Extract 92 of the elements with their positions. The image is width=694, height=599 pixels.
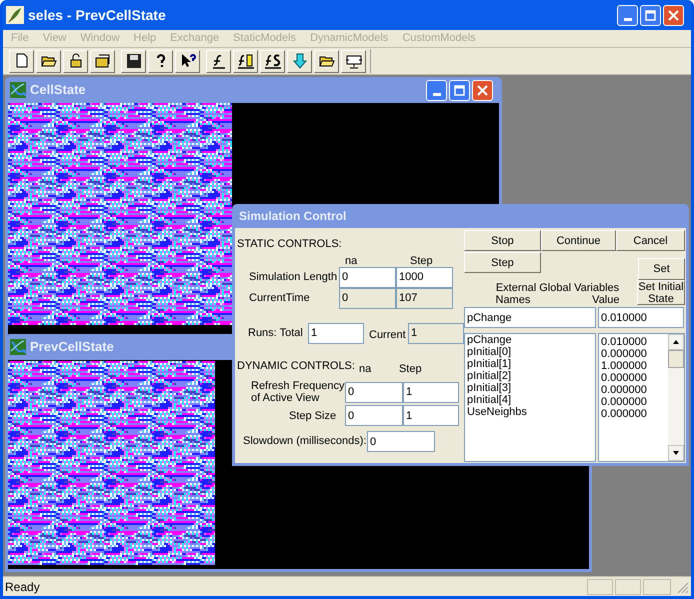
child-window-title: CellState: [30, 81, 86, 100]
minimize-icon: [432, 92, 440, 96]
status-pane: [615, 578, 641, 594]
resize-grip-icon: [675, 580, 689, 594]
map-icon: [10, 339, 26, 355]
field-label: Simulation Length: [248, 270, 338, 285]
column-heading: Step: [398, 362, 422, 376]
minimize-icon: [624, 18, 632, 20]
close-icon: [668, 10, 679, 20]
column-heading: Step: [409, 256, 434, 266]
status-pane: [643, 578, 671, 594]
hook-curve-icon: [264, 52, 282, 70]
toolbar-button[interactable]: [175, 50, 200, 72]
list-item[interactable]: UseNeighbs: [467, 406, 595, 418]
input-field[interactable]: 1: [403, 382, 459, 402]
maximize-icon: [454, 84, 465, 96]
toolbar-button[interactable]: [63, 50, 88, 72]
input-field[interactable]: 1: [308, 322, 364, 344]
status-text: Ready: [5, 578, 41, 596]
input-field[interactable]: 0: [345, 382, 403, 402]
field-label: Refresh Frequency of Active View: [250, 380, 345, 404]
input-field[interactable]: 0: [345, 405, 403, 426]
input-field[interactable]: 1000: [396, 266, 453, 288]
maximize-button[interactable]: [640, 4, 661, 26]
list-item[interactable]: 0.000000: [601, 408, 668, 420]
maximize-button[interactable]: [449, 80, 470, 100]
list-item[interactable]: 0.000000: [601, 348, 668, 360]
input-field[interactable]: pChange: [464, 307, 596, 328]
child-window-title: PrevCellState: [30, 338, 114, 356]
field-label: Runs: Total: [247, 326, 304, 341]
step-button[interactable]: Step: [464, 252, 541, 273]
dialog-button[interactable]: Stop: [464, 230, 541, 251]
section-heading: DYNAMIC CONTROLS:: [237, 358, 355, 374]
dialog-button[interactable]: Cancel: [616, 230, 685, 251]
toolbar-button[interactable]: [206, 50, 231, 72]
folders-icon: [94, 52, 112, 70]
list-item[interactable]: 0.000000: [601, 396, 668, 408]
scrollbar[interactable]: [668, 334, 684, 461]
column-heading: na: [344, 256, 358, 266]
toolbar-button[interactable]: [121, 50, 146, 72]
column-heading: na: [358, 362, 372, 376]
field-label: Current: [368, 328, 407, 343]
list-item[interactable]: pInitial[1]: [467, 358, 595, 370]
list-item[interactable]: pChange: [467, 334, 595, 346]
toolbar-button[interactable]: [90, 50, 115, 72]
input-field[interactable]: 1: [408, 322, 464, 344]
list-item[interactable]: pInitial[3]: [467, 382, 595, 394]
down-arrow-icon: [290, 52, 308, 70]
leaf-icon: [6, 6, 24, 24]
close-icon: [477, 84, 488, 96]
list-item[interactable]: 0.000000: [601, 372, 668, 384]
toolbar-button[interactable]: [36, 50, 61, 72]
close-button[interactable]: [472, 80, 493, 100]
column-heading: Value: [592, 294, 620, 306]
column-heading: Names: [496, 294, 530, 306]
toolbar-button[interactable]: [148, 50, 173, 72]
field-label: Slowdown (milliseconds):: [242, 434, 367, 450]
field-label: CurrentTime: [248, 290, 311, 306]
toolbar-button[interactable]: [233, 50, 258, 72]
input-field[interactable]: 0.010000: [598, 307, 684, 328]
maximize-icon: [645, 10, 656, 20]
minimize-button[interactable]: [426, 80, 447, 100]
input-field[interactable]: 1: [403, 405, 459, 426]
scroll-thumb[interactable]: [668, 350, 684, 368]
list-item[interactable]: 0.010000: [601, 336, 668, 348]
dialog-title: Simulation Control: [239, 208, 346, 225]
toolbar-button[interactable]: [314, 50, 339, 72]
list-item[interactable]: 0.000000: [601, 384, 668, 396]
close-button[interactable]: [663, 4, 684, 26]
minimize-button[interactable]: [617, 4, 638, 26]
window-title: seles - PrevCellState: [28, 6, 166, 24]
set-button[interactable]: Set: [638, 258, 685, 280]
toolbar-button[interactable]: [341, 50, 366, 72]
field-label: Step Size: [288, 410, 338, 422]
toolbar-button[interactable]: [260, 50, 285, 72]
section-heading: STATIC CONTROLS:: [237, 237, 343, 252]
hook-bar-icon: [236, 52, 254, 70]
map-icon: [10, 82, 26, 98]
list-heading: External Global Variables: [496, 282, 620, 294]
input-field[interactable]: 0: [339, 266, 396, 288]
down-arrow-icon: [673, 451, 679, 455]
list-item[interactable]: 1.000000: [601, 360, 668, 372]
toolbar-button[interactable]: [9, 50, 34, 72]
list-item[interactable]: pInitial[2]: [467, 370, 595, 382]
status-pane: [587, 578, 613, 594]
toolbar-button[interactable]: [287, 50, 312, 72]
set-initial-state-button[interactable]: Set Initial State: [637, 280, 685, 305]
input-field[interactable]: 0: [367, 431, 435, 452]
up-arrow-icon: [673, 340, 679, 344]
list-item[interactable]: pInitial[4]: [467, 394, 595, 406]
list-item[interactable]: pInitial[0]: [467, 346, 595, 358]
dialog-button[interactable]: Continue: [541, 230, 616, 251]
